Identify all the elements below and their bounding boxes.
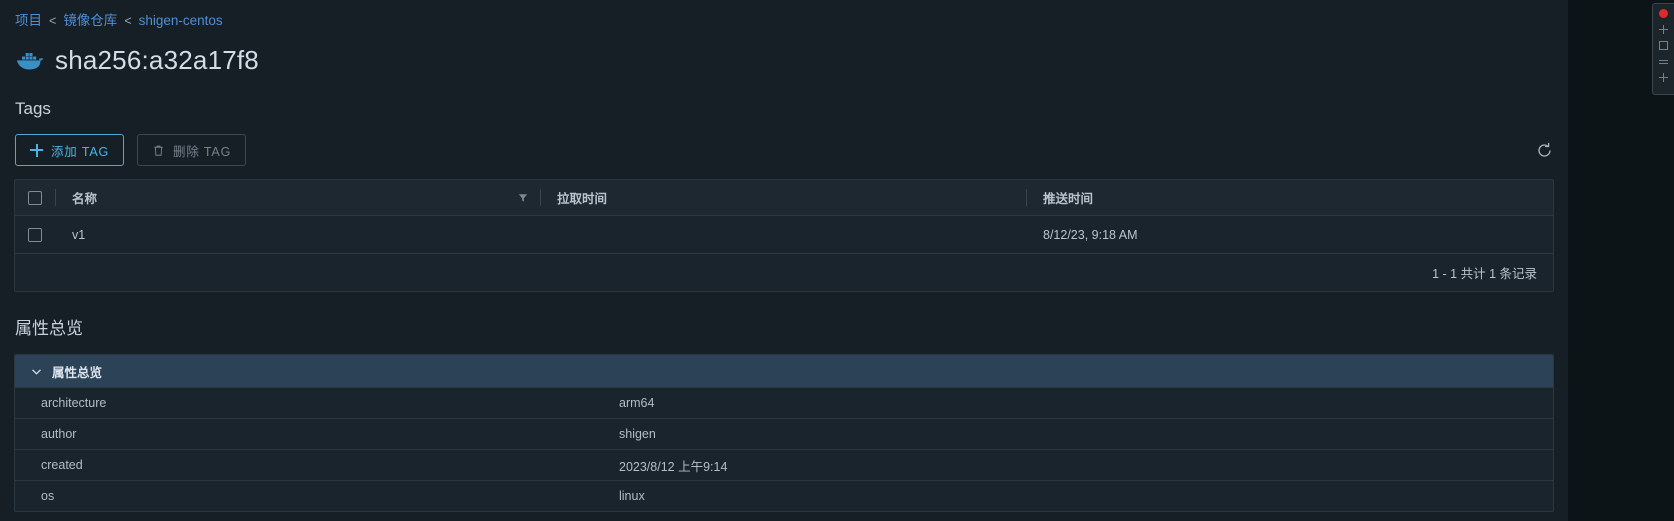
push-time-value: 8/12/23, 9:18 AM	[1043, 227, 1138, 242]
filter-icon[interactable]	[518, 193, 528, 203]
cell-push-time: 8/12/23, 9:18 AM	[1027, 216, 1553, 253]
attributes-accordion-title: 属性总览	[52, 365, 103, 380]
breadcrumb-separator: <	[49, 14, 57, 28]
refresh-button[interactable]	[1530, 136, 1558, 164]
page-title: sha256:a32a17f8	[55, 45, 259, 75]
row-select-cell	[15, 216, 55, 253]
attribute-row-os: os linux	[15, 480, 1553, 511]
column-header-pull-time-label: 拉取时间	[557, 192, 608, 206]
attribute-value: 2023/8/12 上午9:14	[619, 459, 728, 474]
notification-dot-icon[interactable]	[1659, 9, 1668, 18]
table-row[interactable]: v1 8/12/23, 9:18 AM	[15, 216, 1553, 254]
bars-icon[interactable]	[1659, 57, 1668, 66]
square-icon[interactable]	[1659, 41, 1668, 50]
table-header-row: 名称 拉取时间 推送时间	[15, 180, 1553, 216]
add-tag-button[interactable]: 添加 TAG	[15, 134, 125, 166]
docker-whale-icon	[17, 53, 43, 70]
main-content: 项目 < 镜像仓库 < shigen-centos sha256:a32a17f…	[0, 0, 1568, 521]
plus-icon[interactable]	[1659, 73, 1668, 82]
refresh-icon	[1537, 142, 1551, 157]
breadcrumb-item-project[interactable]: 项目	[15, 11, 42, 31]
tags-section-heading: Tags	[15, 99, 51, 118]
add-tag-button-label: 添加 TAG	[51, 144, 110, 159]
column-header-push-time-label: 推送时间	[1043, 192, 1094, 206]
plus-icon	[30, 143, 43, 157]
select-all-cell	[15, 180, 55, 215]
breadcrumb-item-repository[interactable]: 镜像仓库	[63, 11, 117, 31]
delete-tag-button[interactable]: 删除 TAG	[137, 134, 247, 166]
delete-tag-button-label: 删除 TAG	[173, 144, 232, 159]
table-pagination: 1 - 1 共计 1 条记录	[15, 254, 1553, 291]
chevron-down-icon[interactable]	[31, 366, 42, 377]
attributes-section-heading: 属性总览	[15, 319, 83, 338]
row-checkbox[interactable]	[28, 227, 42, 242]
column-header-push-time[interactable]: 推送时间	[1027, 180, 1553, 215]
select-all-checkbox[interactable]	[28, 190, 42, 205]
attribute-value: shigen	[619, 427, 656, 441]
floating-side-panel[interactable]	[1652, 3, 1674, 95]
page-root: 项目 < 镜像仓库 < shigen-centos sha256:a32a17f…	[0, 0, 1674, 521]
column-header-name[interactable]: 名称	[56, 180, 540, 215]
plus-icon[interactable]	[1659, 25, 1668, 34]
column-header-name-label: 名称	[72, 192, 98, 206]
cell-pull-time	[541, 216, 1026, 253]
breadcrumb-item-current[interactable]: shigen-centos	[139, 11, 223, 31]
trash-icon	[154, 145, 163, 156]
attribute-key: created	[41, 458, 83, 472]
attribute-key: architecture	[41, 396, 107, 410]
tags-toolbar: 添加 TAG 删除 TAG	[14, 134, 1554, 166]
attribute-row-architecture: architecture arm64	[15, 387, 1553, 418]
attributes-accordion-header[interactable]: 属性总览	[15, 355, 1553, 387]
attribute-value: linux	[619, 489, 645, 503]
page-header: sha256:a32a17f8	[14, 42, 1554, 78]
attribute-row-author: author shigen	[15, 418, 1553, 449]
attribute-key: os	[41, 489, 55, 503]
pagination-summary: 1 - 1 共计 1 条记录	[1432, 267, 1537, 281]
tags-table: 名称 拉取时间 推送时间 v1 8/12/23, 9:18 AM 1 - 1 共…	[14, 179, 1554, 292]
attribute-key: author	[41, 427, 77, 441]
right-edge-area	[1568, 0, 1674, 521]
breadcrumb-separator: <	[124, 14, 132, 28]
cell-tag-name: v1	[56, 216, 540, 253]
column-header-pull-time[interactable]: 拉取时间	[541, 180, 1026, 215]
breadcrumb: 项目 < 镜像仓库 < shigen-centos	[14, 0, 1554, 31]
attributes-panel: 属性总览 architecture arm64 author shigen cr…	[14, 354, 1554, 512]
tag-name-value: v1	[72, 227, 86, 242]
attribute-value: arm64	[619, 396, 655, 410]
attribute-row-created: created 2023/8/12 上午9:14	[15, 449, 1553, 480]
